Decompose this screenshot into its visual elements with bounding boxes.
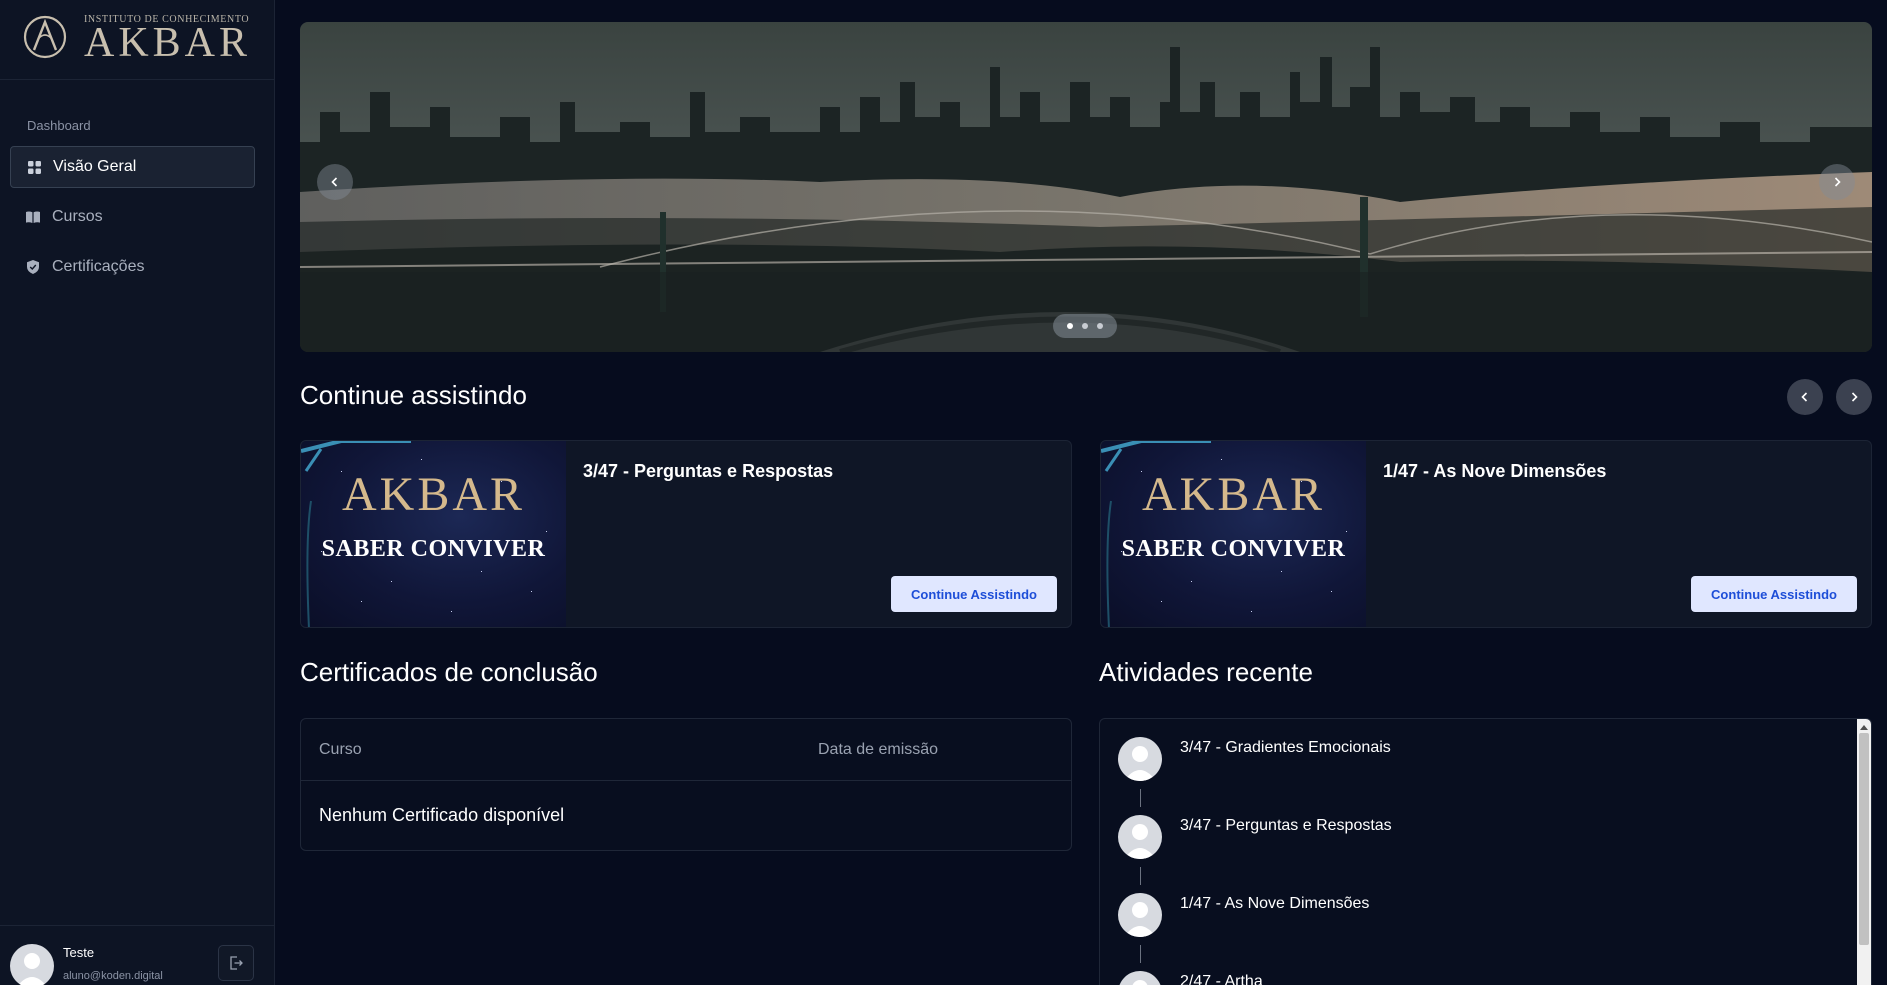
avatar [1118, 893, 1162, 937]
continue-watching-button[interactable]: Continue Assistindo [1691, 576, 1857, 612]
empty-state-text: Nenhum Certificado disponível [319, 805, 565, 825]
chevron-right-icon [1834, 177, 1841, 187]
course-thumbnail[interactable]: AKBAR SABER CONVIVER [1101, 441, 1366, 627]
sidebar-item-certificacoes[interactable]: Certificações [10, 246, 255, 288]
continue-watching-button[interactable]: Continue Assistindo [891, 576, 1057, 612]
scrollbar[interactable] [1857, 719, 1871, 985]
sidebar-item-label: Cursos [52, 208, 103, 225]
brand-logo[interactable]: INSTITUTO DE CONHECIMENTO AKBAR [0, 0, 274, 80]
column-header-data-emissao: Data de emissão [818, 741, 939, 758]
thumbnail-subtitle: SABER CONVIVER [321, 536, 546, 562]
continue-next-button[interactable] [1836, 379, 1872, 415]
scrollbar-thumb[interactable] [1859, 733, 1869, 945]
logout-button[interactable] [218, 945, 254, 981]
thumbnail-title: AKBAR [1141, 468, 1326, 521]
logout-icon [230, 956, 243, 970]
carousel-dot[interactable] [1082, 323, 1088, 329]
sidebar-item-cursos[interactable]: Cursos [10, 196, 255, 238]
thumbnail-subtitle: SABER CONVIVER [1121, 536, 1346, 562]
nav-section-label: Dashboard [27, 118, 91, 133]
activity-title: 2/47 - Artha [1180, 973, 1263, 985]
recent-activities-list[interactable]: 3/47 - Gradientes Emocionais 3/47 - Perg… [1099, 718, 1872, 985]
course-lesson-title: 1/47 - As Nove Dimensões [1383, 461, 1607, 481]
thumbnail-title: AKBAR [341, 468, 526, 521]
brand-name: AKBAR [84, 20, 252, 66]
avatar [1118, 815, 1162, 859]
scroll-up-arrow-icon[interactable] [1858, 721, 1870, 733]
table-header: Curso Data de emissão [301, 719, 1071, 781]
sidebar-item-label: Visão Geral [53, 158, 137, 175]
activities-title: Atividades recente [1099, 657, 1313, 687]
certificates-title: Certificados de conclusão [300, 657, 598, 687]
shield-icon [26, 260, 40, 274]
sidebar-item-visao-geral[interactable]: Visão Geral [10, 146, 255, 188]
course-card[interactable]: AKBAR SABER CONVIVER 3/47 - Perguntas e … [300, 440, 1072, 628]
activity-title: 1/47 - As Nove Dimensões [1180, 895, 1370, 912]
continue-prev-button[interactable] [1787, 379, 1823, 415]
timeline-connector [1140, 789, 1141, 807]
sidebar: INSTITUTO DE CONHECIMENTO AKBAR Dashboar… [0, 0, 275, 985]
chevron-left-icon [331, 177, 338, 187]
column-header-curso: Curso [319, 741, 362, 758]
carousel-dot[interactable] [1067, 323, 1073, 329]
course-card[interactable]: AKBAR SABER CONVIVER 1/47 - As Nove Dime… [1100, 440, 1872, 628]
carousel-indicators [1053, 314, 1117, 338]
timeline-connector [1140, 945, 1141, 963]
user-panel: Teste aluno@koden.digital [0, 925, 275, 985]
akbar-logo-icon [23, 15, 67, 59]
continue-watching-title: Continue assistindo [300, 380, 527, 410]
hero-city-image [300, 22, 1872, 352]
user-name: Teste [63, 945, 95, 960]
user-email: aluno@koden.digital [63, 970, 163, 982]
chevron-left-icon [1801, 392, 1808, 402]
course-thumbnail[interactable]: AKBAR SABER CONVIVER [301, 441, 566, 627]
carousel-dot[interactable] [1097, 323, 1103, 329]
grid-icon [27, 160, 41, 174]
avatar [1118, 737, 1162, 781]
carousel-next-button[interactable] [1819, 164, 1855, 200]
activity-title: 3/47 - Perguntas e Respostas [1180, 817, 1392, 834]
book-icon [26, 210, 40, 224]
hero-carousel [300, 22, 1872, 352]
sidebar-item-label: Certificações [52, 258, 145, 275]
certificates-table: Curso Data de emissão Nenhum Certificado… [300, 718, 1072, 851]
carousel-prev-button[interactable] [317, 164, 353, 200]
course-lesson-title: 3/47 - Perguntas e Respostas [583, 461, 834, 481]
avatar [1118, 971, 1162, 985]
chevron-right-icon [1851, 392, 1858, 402]
activity-title: 3/47 - Gradientes Emocionais [1180, 739, 1391, 756]
timeline-connector [1140, 867, 1141, 885]
avatar[interactable] [10, 944, 54, 985]
